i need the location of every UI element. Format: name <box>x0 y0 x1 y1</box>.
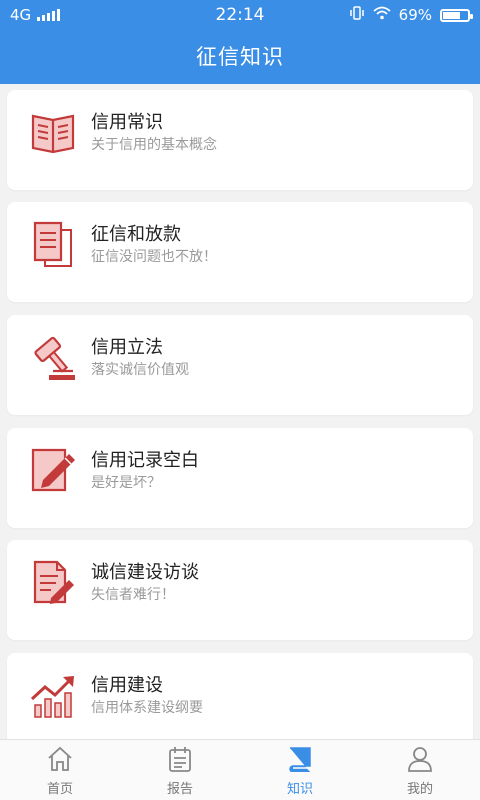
item-subtitle: 失信者难行！ <box>91 587 175 603</box>
item-subtitle: 信用体系建设纲要 <box>91 700 203 716</box>
status-bar: 4G 22:14 69% <box>0 0 480 30</box>
item-title: 信用建设 <box>91 675 163 696</box>
wifi-icon <box>373 6 391 24</box>
user-icon <box>407 746 433 772</box>
item-subtitle: 是好是坏？ <box>91 475 161 491</box>
item-title: 征信和放款 <box>91 224 181 245</box>
bottom-tab-bar: 首页 报告 知识 我的 <box>0 739 480 800</box>
list-item[interactable]: 诚信建设访谈 失信者难行！ <box>7 540 473 640</box>
tab-label: 首页 <box>46 782 73 797</box>
home-icon <box>47 746 73 772</box>
tab-knowledge[interactable]: 知识 <box>240 740 360 800</box>
book-icon <box>287 746 313 773</box>
tab-label: 知识 <box>286 782 313 797</box>
page-title: 征信知识 <box>0 30 480 84</box>
list-item[interactable]: 信用立法 落实诚信价值观 <box>7 315 473 415</box>
tab-report[interactable]: 报告 <box>120 740 240 800</box>
item-subtitle: 征信没问题也不放！ <box>91 249 217 265</box>
list-item[interactable]: 信用常识 关于信用的基本概念 <box>7 90 473 190</box>
document-pen-icon <box>29 558 77 606</box>
item-title: 诚信建设访谈 <box>91 562 199 583</box>
report-icon <box>167 746 193 772</box>
growth-chart-icon <box>29 671 77 719</box>
tab-mine[interactable]: 我的 <box>360 740 480 800</box>
item-title: 信用常识 <box>91 112 163 133</box>
item-title: 信用立法 <box>91 337 163 358</box>
document-copy-icon <box>29 220 77 268</box>
item-subtitle: 关于信用的基本概念 <box>91 137 217 153</box>
item-title: 信用记录空白 <box>91 450 199 471</box>
item-subtitle: 落实诚信价值观 <box>91 362 189 378</box>
edit-pencil-icon <box>29 446 77 494</box>
list-item[interactable]: 征信和放款 征信没问题也不放！ <box>7 202 473 302</box>
list-item[interactable]: 信用记录空白 是好是坏？ <box>7 428 473 528</box>
tab-label: 我的 <box>406 782 433 797</box>
tab-home[interactable]: 首页 <box>0 740 120 800</box>
gavel-icon <box>29 333 77 381</box>
open-book-icon <box>29 108 77 156</box>
list-item[interactable]: 信用建设 信用体系建设纲要 <box>7 653 473 753</box>
battery-icon <box>440 8 473 22</box>
battery-percent: 69% <box>398 6 432 24</box>
vibrate-icon <box>349 6 365 24</box>
tab-label: 报告 <box>166 782 193 797</box>
